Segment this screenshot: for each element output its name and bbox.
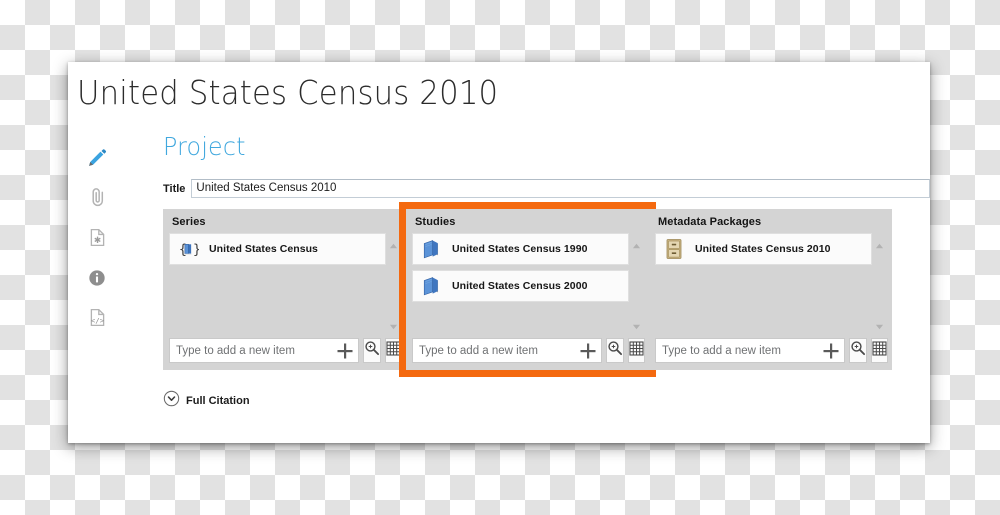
panel-studies: Studies United States Census 1990 United… — [406, 209, 649, 370]
search-button[interactable] — [363, 338, 381, 363]
list-items-studies: United States Census 1990 United States … — [412, 233, 629, 330]
list-area-metadata-packages: United States Census 2010 — [655, 233, 886, 330]
search-button[interactable] — [849, 338, 867, 363]
list-item-label: United States Census 1990 — [452, 243, 588, 255]
document-code-icon: </> — [87, 307, 108, 333]
panel-title-metadata-packages: Metadata Packages — [658, 216, 762, 228]
icon-rail: ✱ </> — [80, 140, 122, 340]
list-items-metadata-packages: United States Census 2010 — [655, 233, 872, 330]
title-input[interactable] — [191, 179, 930, 198]
list-item[interactable]: United States Census 2010 — [655, 233, 872, 265]
rail-item-new-document[interactable]: ✱ — [80, 220, 114, 260]
section-heading: Project — [163, 132, 246, 161]
panel-title-series: Series — [172, 216, 206, 228]
add-row-metadata-packages — [655, 338, 888, 363]
grid-icon — [629, 340, 644, 361]
pencil-icon — [86, 147, 108, 174]
magnifier-plus-icon — [364, 340, 380, 361]
panel-slot-metadata-packages: Metadata Packages United States Census 2… — [649, 209, 892, 370]
chevron-down-circle-icon[interactable] — [163, 390, 180, 412]
panel-metadata-packages: Metadata Packages United States Census 2… — [649, 209, 892, 370]
add-input-wrap-series — [169, 338, 359, 363]
title-label: Title — [163, 182, 186, 195]
list-item[interactable]: United States Census 2000 — [412, 270, 629, 302]
rail-item-information[interactable] — [80, 260, 114, 300]
blue-book-icon — [420, 237, 442, 261]
svg-text:✱: ✱ — [93, 236, 100, 246]
svg-text:}: } — [193, 243, 199, 258]
panel-title-studies: Studies — [415, 216, 456, 228]
list-area-series: { } United States Census — [169, 233, 400, 330]
title-row: Title — [163, 179, 930, 198]
content-area: Project Title Series { — [163, 132, 930, 443]
scroll-down-icon[interactable] — [632, 318, 641, 330]
application-window: United States Census 2010 ✱ </> Project … — [68, 62, 930, 443]
scroll-down-icon[interactable] — [389, 318, 398, 330]
add-plus-button[interactable] — [332, 342, 358, 360]
rail-item-edit[interactable] — [80, 140, 114, 180]
add-plus-button[interactable] — [818, 342, 844, 360]
document-new-icon: ✱ — [87, 227, 108, 253]
search-button[interactable] — [606, 338, 624, 363]
scroll-down-icon[interactable] — [875, 318, 884, 330]
magnifier-plus-icon — [850, 340, 866, 361]
rail-item-source[interactable]: </> — [80, 300, 114, 340]
file-cabinet-icon — [663, 237, 685, 261]
page-title: United States Census 2010 — [77, 73, 499, 112]
panel-series: Series { } — [163, 209, 406, 370]
magnifier-plus-icon — [607, 340, 623, 361]
rail-item-attachments[interactable] — [80, 180, 114, 220]
add-row-series — [169, 338, 402, 363]
full-citation-label: Full Citation — [186, 395, 250, 407]
scroll-column-studies[interactable] — [630, 233, 643, 330]
add-plus-button[interactable] — [575, 342, 601, 360]
scroll-up-icon[interactable] — [632, 237, 641, 249]
grid-button[interactable] — [628, 338, 645, 363]
add-input-wrap-metadata-packages — [655, 338, 845, 363]
panel-slot-studies: Studies United States Census 1990 United… — [399, 202, 656, 377]
list-item[interactable]: { } United States Census — [169, 233, 386, 265]
full-citation-toggle[interactable]: Full Citation — [163, 390, 930, 412]
list-items-series: { } United States Census — [169, 233, 386, 330]
grid-icon — [872, 340, 887, 361]
grid-button[interactable] — [871, 338, 888, 363]
list-item[interactable]: United States Census 1990 — [412, 233, 629, 265]
braced-book-icon: { } — [177, 237, 199, 261]
info-icon — [87, 268, 107, 293]
blue-book-icon — [420, 274, 442, 298]
scroll-column-metadata-packages[interactable] — [873, 233, 886, 330]
list-item-label: United States Census 2010 — [695, 243, 831, 255]
panel-slot-series: Series { } — [163, 209, 406, 370]
svg-text:</>: </> — [90, 316, 104, 325]
add-item-input[interactable] — [170, 343, 332, 358]
add-item-input[interactable] — [656, 343, 818, 358]
scroll-up-icon[interactable] — [389, 237, 398, 249]
panels-row: Series { } — [163, 202, 930, 377]
list-area-studies: United States Census 1990 United States … — [412, 233, 643, 330]
list-item-label: United States Census 2000 — [452, 280, 588, 292]
scroll-up-icon[interactable] — [875, 237, 884, 249]
add-item-input[interactable] — [413, 343, 575, 358]
add-row-studies — [412, 338, 645, 363]
list-item-label: United States Census — [209, 243, 318, 255]
add-input-wrap-studies — [412, 338, 602, 363]
paperclip-icon — [87, 187, 108, 213]
